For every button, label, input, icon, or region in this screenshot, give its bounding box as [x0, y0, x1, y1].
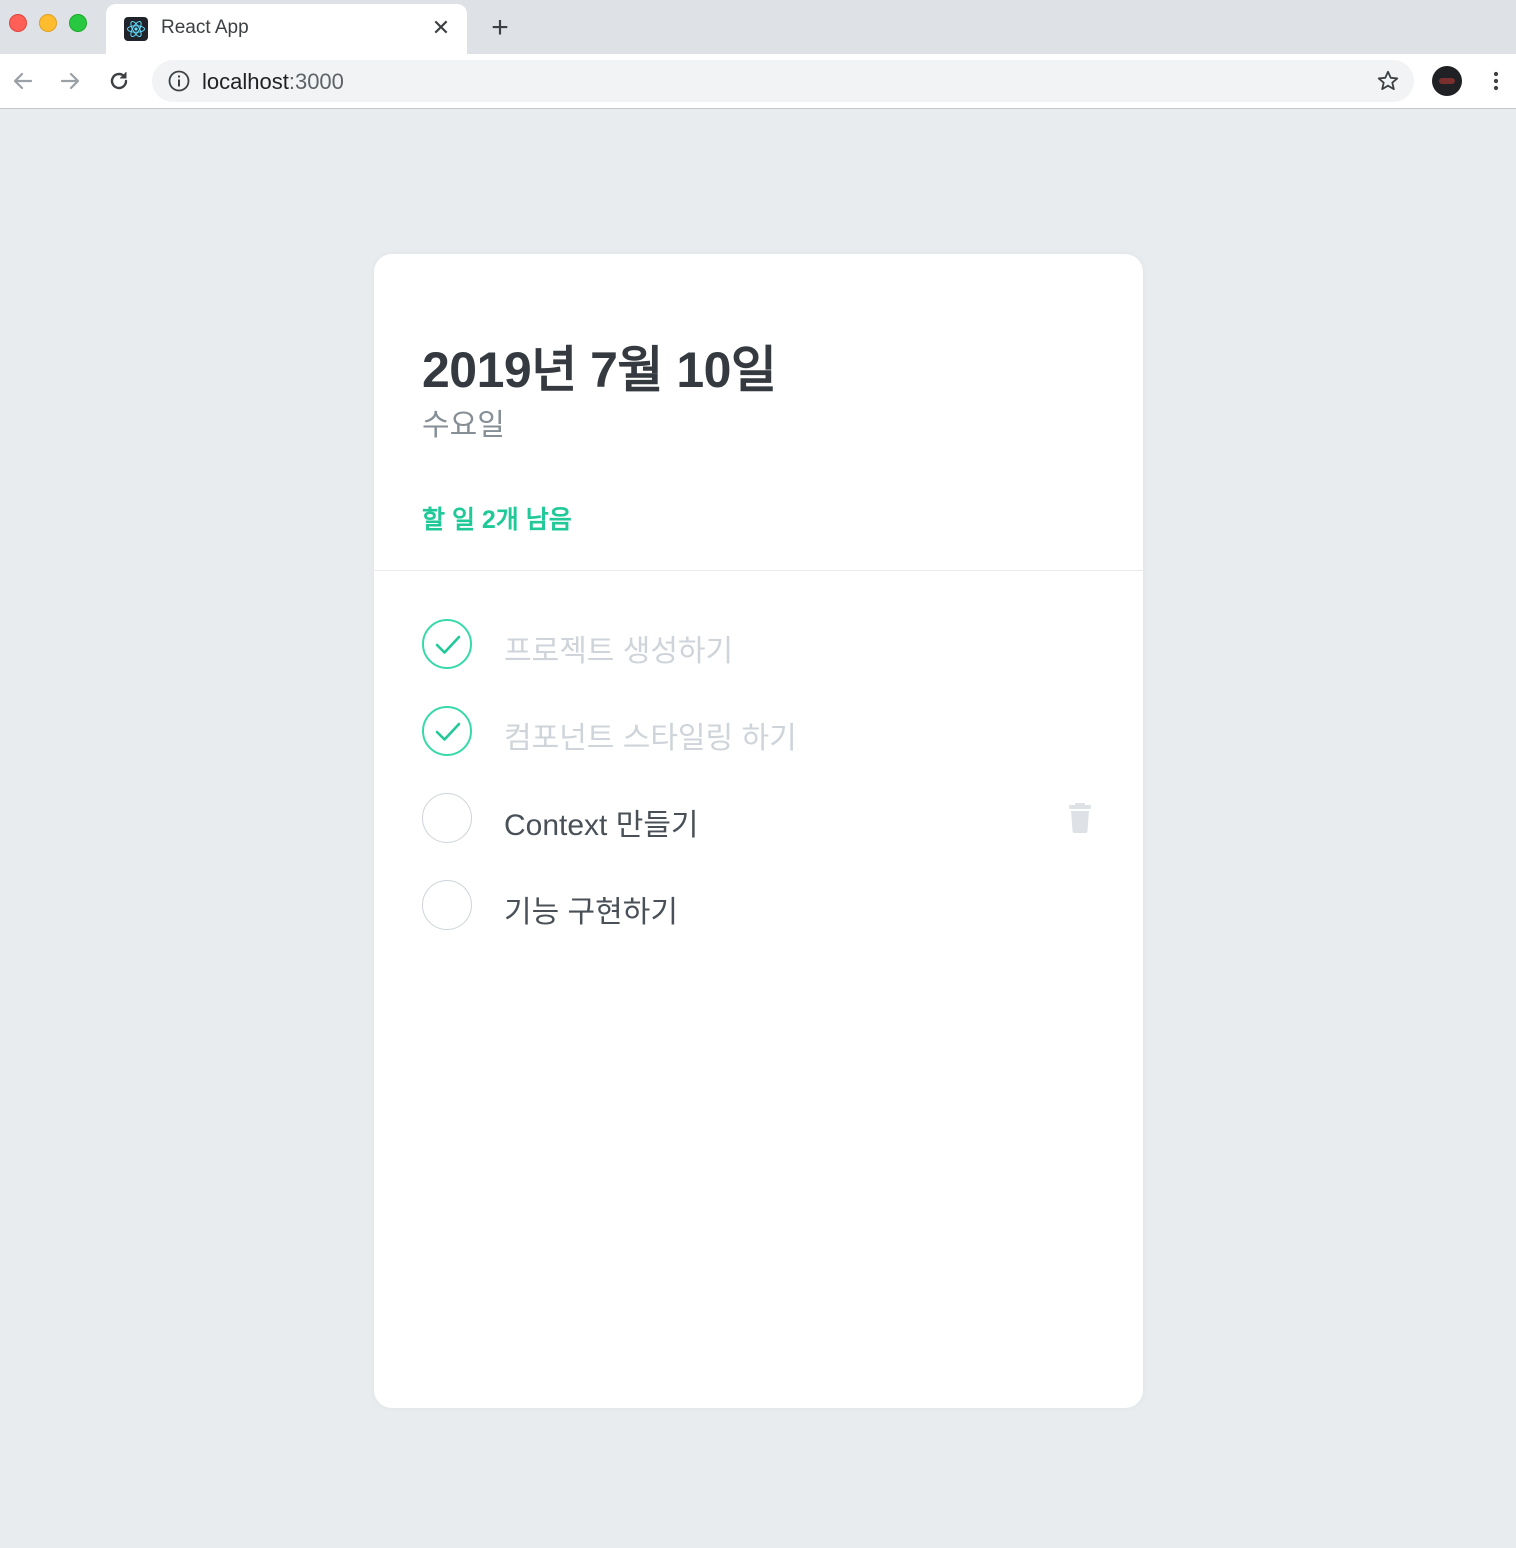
url-text[interactable]: localhost:3000 — [202, 69, 344, 95]
tab-title: React App — [161, 17, 249, 38]
browser-tab[interactable]: React App ✕ — [106, 4, 467, 54]
reload-icon[interactable] — [106, 68, 132, 94]
close-window-button[interactable] — [9, 14, 27, 32]
browser-tab-bar: React App ✕ + — [0, 0, 1516, 54]
todo-text: 프로젝트 생성하기 — [504, 635, 734, 668]
todo-item[interactable]: 기능 구현하기 — [422, 880, 1095, 934]
bookmark-star-icon[interactable] — [1376, 69, 1400, 93]
url-host: localhost — [202, 69, 289, 94]
new-tab-button[interactable]: + — [486, 13, 514, 43]
kebab-menu-icon[interactable] — [1484, 69, 1508, 93]
weekday-label: 수요일 — [422, 409, 505, 442]
checkbox-unchecked[interactable] — [422, 880, 472, 930]
checkbox-checked[interactable] — [422, 706, 472, 756]
date-heading: 2019년 7월 10일 — [422, 342, 777, 398]
forward-arrow-icon[interactable] — [57, 68, 83, 94]
trash-icon[interactable] — [1065, 801, 1095, 833]
todo-text: Context 만들기 — [504, 809, 699, 842]
todo-card: 2019년 7월 10일 수요일 할 일 2개 남음 프로젝트 생성하기 컴포넌… — [374, 254, 1143, 1408]
todo-text: 컴포넌트 스타일링 하기 — [504, 722, 797, 755]
tasks-left-count: 할 일 2개 남음 — [422, 506, 572, 534]
back-arrow-icon[interactable] — [10, 68, 36, 94]
profile-avatar[interactable] — [1432, 66, 1462, 96]
url-port: :3000 — [288, 69, 344, 94]
todo-item[interactable]: 컴포넌트 스타일링 하기 — [422, 706, 1095, 760]
browser-toolbar: localhost:3000 — [0, 54, 1516, 109]
maximize-window-button[interactable] — [69, 14, 87, 32]
checkbox-unchecked[interactable] — [422, 793, 472, 843]
todo-header: 2019년 7월 10일 수요일 할 일 2개 남음 — [374, 254, 1143, 571]
todo-text: 기능 구현하기 — [504, 896, 678, 929]
address-bar[interactable]: localhost:3000 — [152, 60, 1414, 102]
minimize-window-button[interactable] — [39, 14, 57, 32]
todo-item[interactable]: 프로젝트 생성하기 — [422, 619, 1095, 673]
todo-item[interactable]: Context 만들기 — [422, 793, 1095, 847]
info-icon[interactable] — [168, 70, 190, 92]
checkbox-checked[interactable] — [422, 619, 472, 669]
close-tab-icon[interactable]: ✕ — [429, 16, 453, 40]
react-logo-icon — [124, 17, 148, 41]
